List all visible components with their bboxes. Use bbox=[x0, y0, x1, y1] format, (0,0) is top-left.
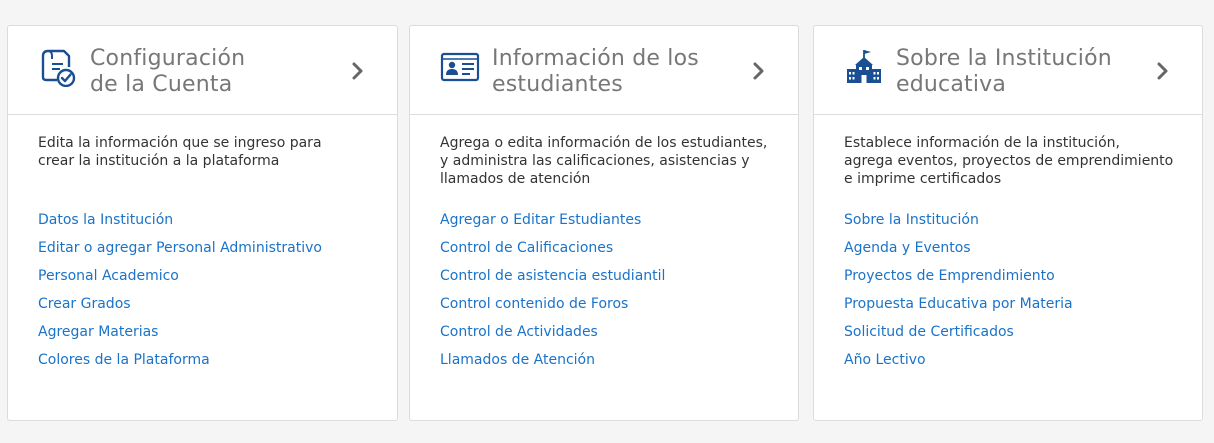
link-control-calificaciones[interactable]: Control de Calificaciones bbox=[440, 240, 613, 256]
list-item: Agregar o Editar Estudiantes bbox=[440, 210, 768, 238]
card-title-line: educativa bbox=[896, 72, 1007, 97]
list-item: Control de Actividades bbox=[440, 322, 768, 350]
document-check-icon bbox=[38, 47, 78, 88]
list-item: Datos la Institución bbox=[38, 210, 367, 238]
link-personal-academico[interactable]: Personal Academico bbox=[38, 268, 179, 284]
card-title-line: de la Cuenta bbox=[90, 72, 233, 97]
list-item: Personal Academico bbox=[38, 266, 367, 294]
card-title: Sobre la Institución educativa bbox=[896, 46, 1112, 98]
card-header-student-info[interactable]: Información de los estudiantes bbox=[410, 26, 798, 115]
card-account-settings: Configuración de la Cuenta Edita la info… bbox=[7, 25, 398, 421]
list-item: Agregar Materias bbox=[38, 322, 367, 350]
link-control-actividades[interactable]: Control de Actividades bbox=[440, 324, 598, 340]
card-description: Edita la información que se ingreso para… bbox=[38, 134, 367, 210]
list-item: Sobre la Institución bbox=[844, 210, 1172, 238]
list-item: Colores de la Plataforma bbox=[38, 350, 367, 378]
link-list: Agregar o Editar Estudiantes Control de … bbox=[440, 210, 768, 378]
id-card-icon bbox=[440, 47, 480, 87]
card-body: Establece información de la institución,… bbox=[814, 115, 1202, 378]
link-control-asistencia[interactable]: Control de asistencia estudiantil bbox=[440, 268, 665, 284]
description-line: Agrega o edita información de los estudi… bbox=[440, 135, 768, 151]
list-item: Control de asistencia estudiantil bbox=[440, 266, 768, 294]
card-title-line: Sobre la Institución bbox=[896, 46, 1112, 71]
list-item: Proyectos de Emprendimiento bbox=[844, 266, 1172, 294]
card-title-line: estudiantes bbox=[492, 72, 623, 97]
card-description: Establece información de la institución,… bbox=[844, 134, 1174, 210]
list-item: Año Lectivo bbox=[844, 350, 1172, 378]
card-body: Edita la información que se ingreso para… bbox=[8, 115, 397, 378]
link-crear-grados[interactable]: Crear Grados bbox=[38, 296, 131, 312]
description-line: crear la institución a la plataforma bbox=[38, 153, 280, 169]
link-control-foros[interactable]: Control contenido de Foros bbox=[440, 296, 628, 312]
list-item: Editar o agregar Personal Administrativo bbox=[38, 238, 367, 266]
link-personal-administrativo[interactable]: Editar o agregar Personal Administrativo bbox=[38, 240, 322, 256]
card-title-line: Información de los bbox=[492, 46, 699, 71]
description-line: e imprime certificados bbox=[844, 171, 1002, 187]
card-title: Información de los estudiantes bbox=[492, 46, 699, 98]
list-item: Agenda y Eventos bbox=[844, 238, 1172, 266]
card-header-institution[interactable]: Sobre la Institución educativa bbox=[814, 26, 1202, 115]
list-item: Propuesta Educativa por Materia bbox=[844, 294, 1172, 322]
chevron-right-icon[interactable] bbox=[1156, 61, 1170, 81]
link-list: Datos la Institución Editar o agregar Pe… bbox=[38, 210, 367, 378]
chevron-right-icon[interactable] bbox=[351, 61, 365, 81]
link-proyectos-emprendimiento[interactable]: Proyectos de Emprendimiento bbox=[844, 268, 1055, 284]
link-llamados-atencion[interactable]: Llamados de Atención bbox=[440, 352, 595, 368]
card-title: Configuración de la Cuenta bbox=[90, 46, 245, 98]
card-header-account-settings[interactable]: Configuración de la Cuenta bbox=[8, 26, 397, 115]
link-ano-lectivo[interactable]: Año Lectivo bbox=[844, 352, 926, 368]
card-student-info: Información de los estudiantes Agrega o … bbox=[409, 25, 799, 421]
list-item: Solicitud de Certificados bbox=[844, 322, 1172, 350]
card-description: Agrega o edita información de los estudi… bbox=[440, 134, 768, 210]
link-propuesta-educativa[interactable]: Propuesta Educativa por Materia bbox=[844, 296, 1073, 312]
link-colores-plataforma[interactable]: Colores de la Plataforma bbox=[38, 352, 210, 368]
list-item: Control de Calificaciones bbox=[440, 238, 768, 266]
description-line: Edita la información que se ingreso para bbox=[38, 135, 322, 151]
chevron-right-icon[interactable] bbox=[752, 61, 766, 81]
list-item: Llamados de Atención bbox=[440, 350, 768, 378]
link-datos-institucion[interactable]: Datos la Institución bbox=[38, 212, 173, 228]
card-institution: Sobre la Institución educativa Establece… bbox=[813, 25, 1203, 421]
description-line: llamados de atención bbox=[440, 171, 591, 187]
link-sobre-institucion[interactable]: Sobre la Institución bbox=[844, 212, 979, 228]
link-solicitud-certificados[interactable]: Solicitud de Certificados bbox=[844, 324, 1014, 340]
description-line: agrega eventos, proyectos de emprendimie… bbox=[844, 153, 1174, 169]
list-item: Crear Grados bbox=[38, 294, 367, 322]
link-list: Sobre la Institución Agenda y Eventos Pr… bbox=[844, 210, 1172, 378]
description-line: y administra las calificaciones, asisten… bbox=[440, 153, 750, 169]
school-building-icon bbox=[844, 47, 884, 87]
description-line: Establece información de la institución, bbox=[844, 135, 1120, 151]
list-item: Control contenido de Foros bbox=[440, 294, 768, 322]
link-agregar-estudiantes[interactable]: Agregar o Editar Estudiantes bbox=[440, 212, 641, 228]
card-body: Agrega o edita información de los estudi… bbox=[410, 115, 798, 378]
link-agenda-eventos[interactable]: Agenda y Eventos bbox=[844, 240, 971, 256]
link-agregar-materias[interactable]: Agregar Materias bbox=[38, 324, 158, 340]
card-title-line: Configuración bbox=[90, 46, 246, 71]
